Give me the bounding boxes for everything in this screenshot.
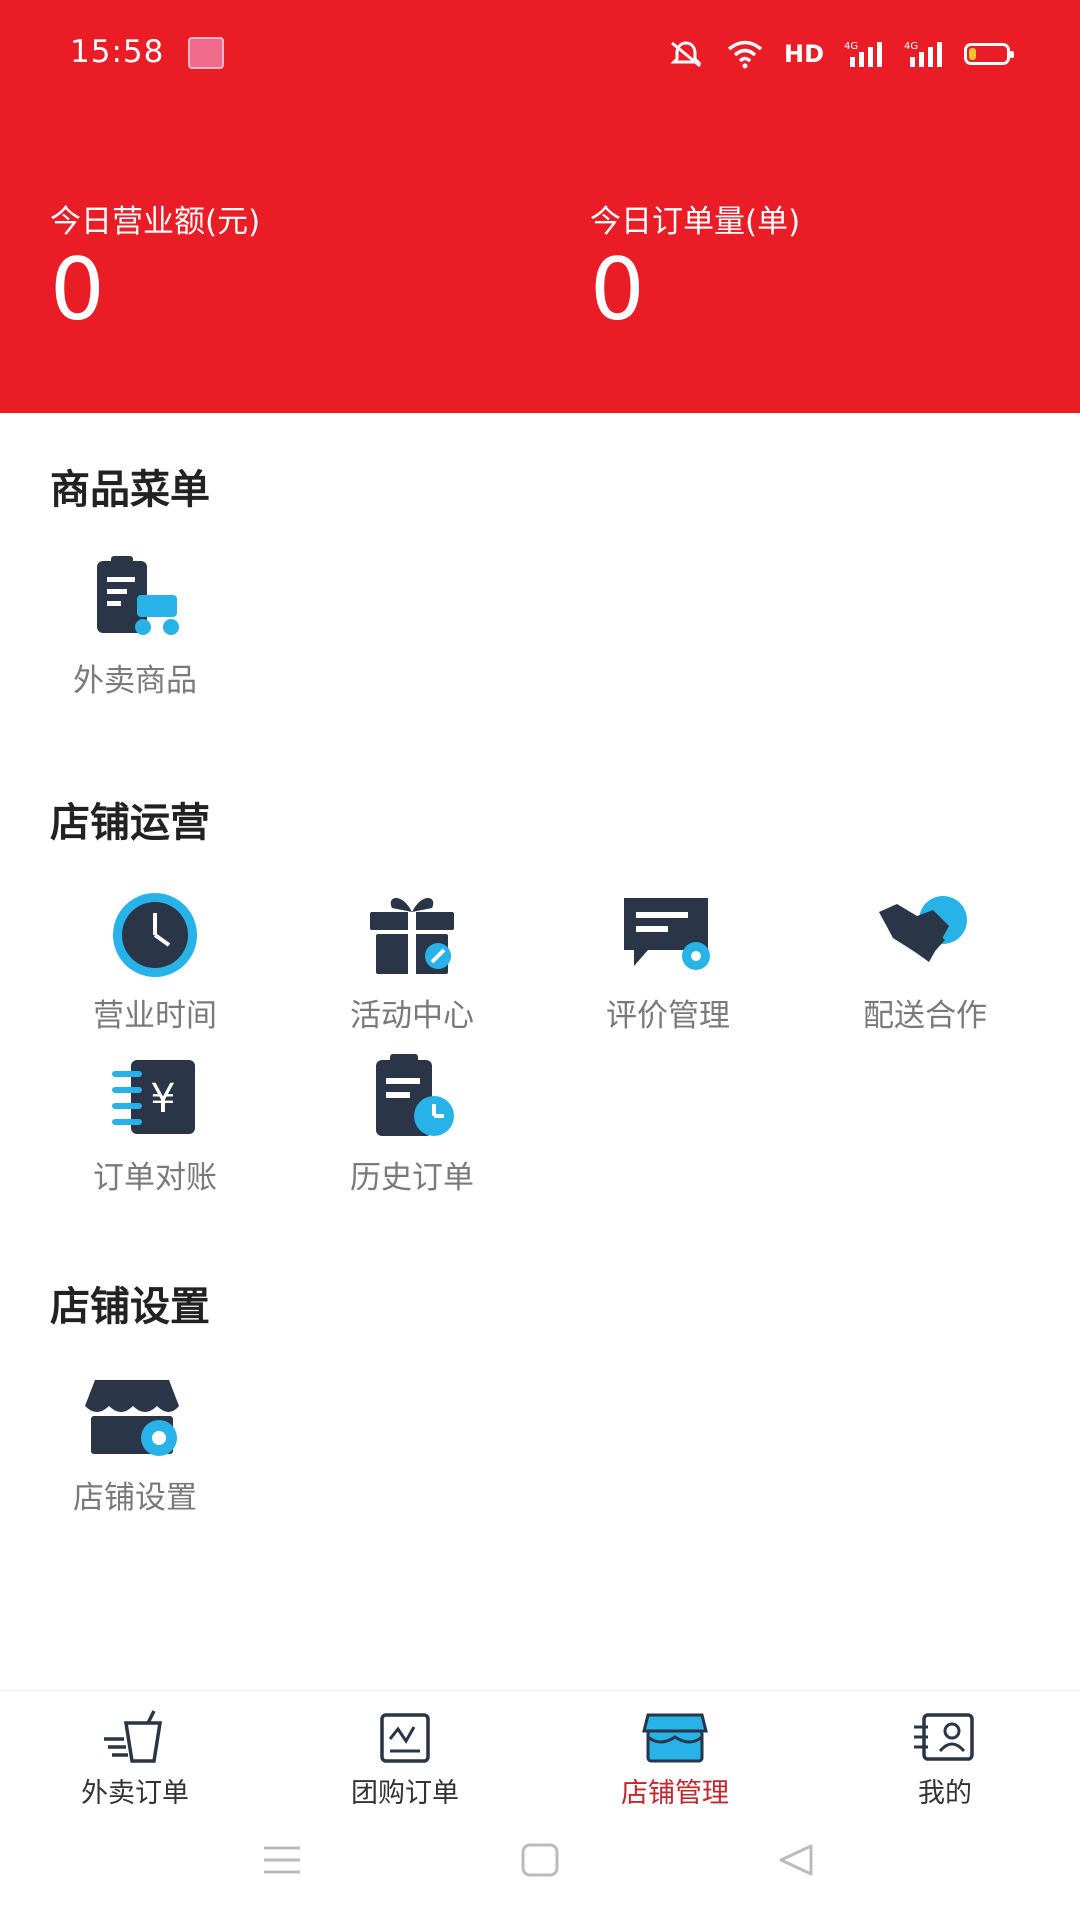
stat-revenue-label: 今日营业额(元) [50, 204, 261, 240]
header-banner: 15:58 HD 4G 4G 今日营业额(元) 0 今日订单量(单) 0 [0, 0, 1080, 413]
tab-mine[interactable]: 我的 [810, 1709, 1080, 1810]
hd-indicator: HD [783, 40, 824, 68]
history-order-icon [376, 1054, 454, 1136]
tile-business-hours[interactable]: 营业时间 [40, 890, 270, 1050]
svg-text:4G: 4G [904, 41, 918, 52]
menu-icon[interactable] [262, 1842, 302, 1878]
tile-store-settings[interactable]: 店铺设置 [20, 1372, 250, 1532]
tile-review-management[interactable]: 评价管理 [553, 890, 783, 1050]
signal-icon: 4G [844, 41, 882, 67]
profile-card-icon [914, 1713, 974, 1761]
tile-label: 活动中心 [350, 998, 474, 1034]
tab-store-management[interactable]: 店铺管理 [540, 1709, 810, 1810]
handshake-icon [879, 896, 967, 962]
status-time: 15:58 [70, 34, 165, 70]
signal-icon-2: 4G [904, 41, 942, 67]
tile-label: 评价管理 [606, 998, 730, 1034]
stat-orders: 今日订单量(单) 0 [590, 196, 800, 333]
tab-takeaway-orders[interactable]: 外卖订单 [0, 1709, 270, 1810]
tile-order-reconciliation[interactable]: ¥ 订单对账 [40, 1052, 270, 1212]
mute-icon [670, 41, 702, 68]
tab-label: 店铺管理 [621, 1778, 729, 1809]
tile-label: 配送合作 [863, 998, 987, 1034]
bottom-tab-bar: 外卖订单 团购订单 店铺管理 我的 [0, 1690, 1080, 1811]
tab-group-orders[interactable]: 团购订单 [270, 1709, 540, 1810]
back-icon[interactable] [775, 1842, 815, 1878]
tab-label: 我的 [918, 1778, 972, 1809]
tile-label: 历史订单 [350, 1160, 474, 1196]
takeaway-goods-icon [97, 556, 179, 635]
section-title-settings: 店铺设置 [50, 1284, 210, 1330]
store-gear-icon [85, 1380, 179, 1456]
tile-history-orders[interactable]: 历史订单 [297, 1052, 527, 1212]
gift-icon [370, 898, 454, 974]
battery-icon [964, 43, 1014, 65]
group-order-icon [380, 1713, 430, 1763]
tile-label: 店铺设置 [73, 1480, 197, 1516]
clock-icon [113, 893, 197, 977]
tile-delivery-cooperation[interactable]: 配送合作 [810, 890, 1040, 1050]
section-title-operations: 店铺运营 [50, 800, 210, 846]
svg-text:4G: 4G [844, 41, 858, 52]
tile-activity-center[interactable]: 活动中心 [297, 890, 527, 1050]
stat-orders-label: 今日订单量(单) [590, 204, 801, 240]
review-icon [624, 898, 710, 970]
stat-revenue: 今日营业额(元) 0 [50, 196, 260, 333]
wifi-icon [727, 40, 763, 69]
status-indicators: HD 4G 4G [666, 36, 1014, 72]
section-title-goods: 商品菜单 [50, 467, 210, 513]
yuan-ledger-icon: ¥ [112, 1060, 195, 1134]
tab-label: 团购订单 [351, 1778, 459, 1809]
tile-label: 外卖商品 [73, 663, 197, 699]
tile-takeaway-goods[interactable]: 外卖商品 [20, 555, 250, 715]
status-bar: 15:58 HD 4G 4G [0, 0, 1080, 108]
stat-orders-value: 0 [590, 240, 645, 340]
takeaway-cup-icon [104, 1710, 163, 1763]
tile-label: 订单对账 [93, 1160, 217, 1196]
stat-revenue-value: 0 [50, 240, 105, 340]
svg-text:¥: ¥ [150, 1076, 175, 1122]
home-icon[interactable] [520, 1842, 560, 1878]
store-icon [642, 1713, 708, 1763]
tile-label: 营业时间 [93, 998, 217, 1034]
tab-label: 外卖订单 [81, 1778, 189, 1809]
battery-level [969, 48, 976, 60]
notification-icon [188, 37, 224, 69]
system-nav-bar [0, 1812, 1080, 1920]
